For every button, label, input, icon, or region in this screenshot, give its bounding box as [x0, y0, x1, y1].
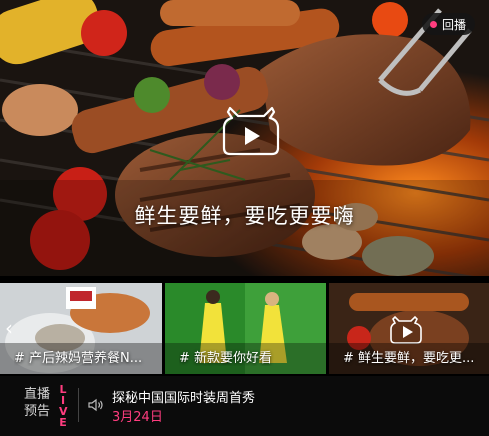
live-preview-bar[interactable]: 直播 预告 LIVE 探秘中国国际时装周首秀 3月24日: [0, 376, 489, 436]
live-label-line2: 预告: [24, 404, 51, 419]
live-dot-icon: [429, 20, 437, 28]
live-preview-label: 直播 预告: [24, 386, 50, 420]
thumbnail-caption: # 鲜生要鲜，要吃更...: [343, 351, 475, 366]
speaker-icon: [88, 398, 103, 412]
thumbnail-caption: # 新款要你好看: [179, 351, 273, 366]
thumbnail-card[interactable]: # 产后辣妈营养餐N...: [0, 283, 162, 374]
play-icon[interactable]: [216, 100, 286, 158]
hero-banner[interactable]: 回播 鲜生要鲜，要吃更要嗨: [0, 0, 489, 276]
thumbnail-carousel: # 产后辣妈营养餐N... # 新款要你好看 # 鲜生要鲜，要吃更... ‹: [0, 283, 489, 375]
thumbnail-card[interactable]: # 鲜生要鲜，要吃更...: [329, 283, 489, 374]
thumbnail-card[interactable]: # 新款要你好看: [165, 283, 326, 374]
divider: [78, 388, 79, 422]
thumbnail-caption: # 产后辣妈营养餐N...: [14, 351, 143, 366]
replay-badge[interactable]: 回播: [421, 13, 475, 35]
live-en-label: LIVE: [57, 384, 69, 428]
hero-title: 鲜生要鲜，要吃更要嗨: [134, 204, 355, 228]
live-label-line1: 直播: [24, 387, 51, 402]
live-en-text: LIVE: [59, 383, 68, 429]
replay-label: 回播: [441, 17, 466, 32]
live-event-title[interactable]: 探秘中国国际时装周首秀: [112, 387, 255, 406]
live-event-date: 3月24日: [112, 410, 163, 425]
carousel-prev-arrow-icon[interactable]: ‹: [0, 313, 18, 343]
